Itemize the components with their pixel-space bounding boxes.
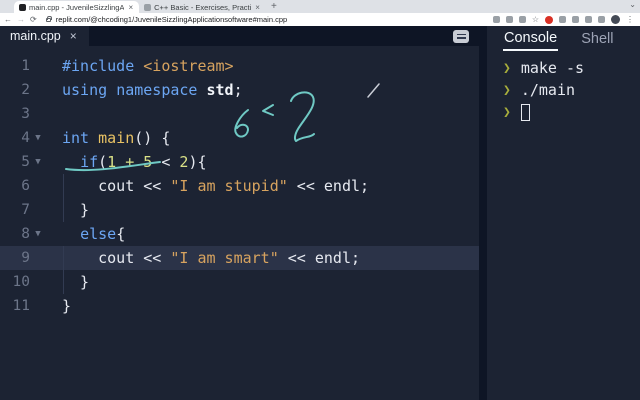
line-number: 7 xyxy=(21,202,30,218)
code-text: #include <iostream> xyxy=(62,57,234,75)
browser-tab-title: C++ Basic - Exercises, Practi xyxy=(154,2,252,12)
extension-icon[interactable] xyxy=(598,16,605,23)
terminal-command: ./main xyxy=(520,81,576,99)
code-line[interactable]: 1 #include <iostream> xyxy=(0,54,479,78)
extension-icon[interactable] xyxy=(572,16,579,23)
reload-icon[interactable]: ⟳ xyxy=(30,15,37,24)
prompt-chevron-icon: ❯ xyxy=(503,60,511,76)
browser-url-row: ← → ⟳ replit.com/@chcoding1/JuvenileSizz… xyxy=(0,13,640,26)
browser-tab-title: main.cpp - JuvenileSizzlingA xyxy=(29,2,125,12)
code-text: else{ xyxy=(80,225,126,243)
terminal-cursor[interactable] xyxy=(520,103,530,121)
file-tab-label: main.cpp xyxy=(10,29,61,43)
fold-arrow-icon[interactable]: ▼ xyxy=(30,157,46,167)
code-line[interactable]: 3 xyxy=(0,102,479,126)
menu-dots-icon[interactable]: ⋮ xyxy=(626,16,634,24)
line-number: 6 xyxy=(21,178,30,194)
tab-favicon-icon xyxy=(19,3,26,11)
code-text: int main() { xyxy=(62,129,171,147)
line-number: 11 xyxy=(12,298,30,314)
code-line[interactable]: 8 ▼ else{ xyxy=(0,222,479,246)
line-number: 4 xyxy=(21,130,30,146)
code-line[interactable]: 5 ▼ if(1 + 5 < 2){ xyxy=(0,150,479,174)
lock-icon xyxy=(45,15,53,22)
profile-avatar-icon[interactable] xyxy=(611,15,620,24)
console-pane: Console Shell ❯ make -s ❯ ./main ❯ xyxy=(487,26,640,400)
browser-tab[interactable]: main.cpp - JuvenileSizzlingA × xyxy=(14,1,140,13)
url-bar[interactable]: replit.com/@chcoding1/JuvenileSizzlingAp… xyxy=(56,15,287,24)
code-text: if(1 + 5 < 2){ xyxy=(80,153,207,171)
terminal-line: ❯ make -s xyxy=(503,57,640,79)
code-text: } xyxy=(62,273,90,291)
extension-icon[interactable] xyxy=(492,16,500,23)
code-line[interactable]: 9 cout << "I am smart" << endl; xyxy=(0,246,479,270)
prompt-chevron-icon: ❯ xyxy=(503,104,511,120)
code-text: using namespace std; xyxy=(62,81,243,99)
pane-divider[interactable] xyxy=(479,26,487,400)
file-tab-main-cpp[interactable]: main.cpp × xyxy=(0,26,89,46)
tab-close-icon[interactable]: × xyxy=(254,3,261,12)
terminal-line: ❯ xyxy=(503,101,640,123)
hamburger-menu-icon[interactable] xyxy=(453,29,469,43)
close-icon[interactable]: × xyxy=(70,29,77,43)
code-line[interactable]: 10 } xyxy=(0,270,479,294)
editor-pane: main.cpp × 1 #include <iostream> 2 using na… xyxy=(0,26,479,400)
browser-tabstrip: main.cpp - JuvenileSizzlingA × C++ Basic -… xyxy=(0,0,640,13)
tabstrip-caret-icon[interactable]: ⌄ xyxy=(629,0,636,9)
tab-close-icon[interactable]: × xyxy=(127,3,134,12)
code-line[interactable]: 2 using namespace std; xyxy=(0,78,479,102)
terminal-line: ❯ ./main xyxy=(503,79,640,101)
new-tab-button[interactable]: + xyxy=(266,1,284,13)
browser-chrome: main.cpp - JuvenileSizzlingA × C++ Basic -… xyxy=(0,0,640,26)
terminal[interactable]: ❯ make -s ❯ ./main ❯ xyxy=(503,57,640,123)
editor-tab-bar: main.cpp × xyxy=(0,26,479,46)
code-line[interactable]: 6 cout << "I am stupid" << endl; xyxy=(0,174,479,198)
code-line[interactable]: 7 } xyxy=(0,198,479,222)
line-number: 8 xyxy=(21,226,30,242)
fold-arrow-icon[interactable]: ▼ xyxy=(30,133,46,143)
fold-arrow-icon[interactable]: ▼ xyxy=(30,229,46,239)
stop-red-icon[interactable] xyxy=(545,15,553,24)
line-number: 10 xyxy=(12,274,30,290)
extension-icon[interactable] xyxy=(518,16,526,23)
tab-favicon-icon xyxy=(144,3,152,11)
back-icon[interactable]: ← xyxy=(4,15,12,24)
line-number: 3 xyxy=(21,106,30,122)
line-number: 2 xyxy=(21,82,30,98)
replit-workspace: main.cpp × 1 #include <iostream> 2 using na… xyxy=(0,26,640,400)
line-number: 1 xyxy=(21,58,30,74)
terminal-command: make -s xyxy=(520,59,585,77)
console-tab-shell[interactable]: Shell xyxy=(580,29,614,50)
extension-icon[interactable] xyxy=(559,16,566,23)
line-number: 5 xyxy=(21,154,30,170)
bookmark-star-icon[interactable]: ☆ xyxy=(532,16,539,24)
prompt-chevron-icon: ❯ xyxy=(503,82,511,98)
code-text: } xyxy=(62,201,90,219)
console-tab-bar: Console Shell xyxy=(503,28,640,51)
code-editor[interactable]: 1 #include <iostream> 2 using namespace std… xyxy=(0,46,479,318)
code-text: cout << "I am smart" << endl; xyxy=(98,249,361,267)
forward-icon[interactable]: → xyxy=(17,15,25,24)
code-text: cout << "I am stupid" << endl; xyxy=(98,177,370,195)
code-line[interactable]: 4 ▼ int main() { xyxy=(0,126,479,150)
code-text: } xyxy=(62,297,72,315)
code-line[interactable]: 11} xyxy=(0,294,479,318)
console-tab-console[interactable]: Console xyxy=(503,28,559,51)
line-number: 9 xyxy=(21,250,30,266)
extension-icon[interactable] xyxy=(505,16,513,23)
extension-icon[interactable] xyxy=(585,16,592,23)
browser-tab[interactable]: C++ Basic - Exercises, Practi × xyxy=(139,1,266,13)
